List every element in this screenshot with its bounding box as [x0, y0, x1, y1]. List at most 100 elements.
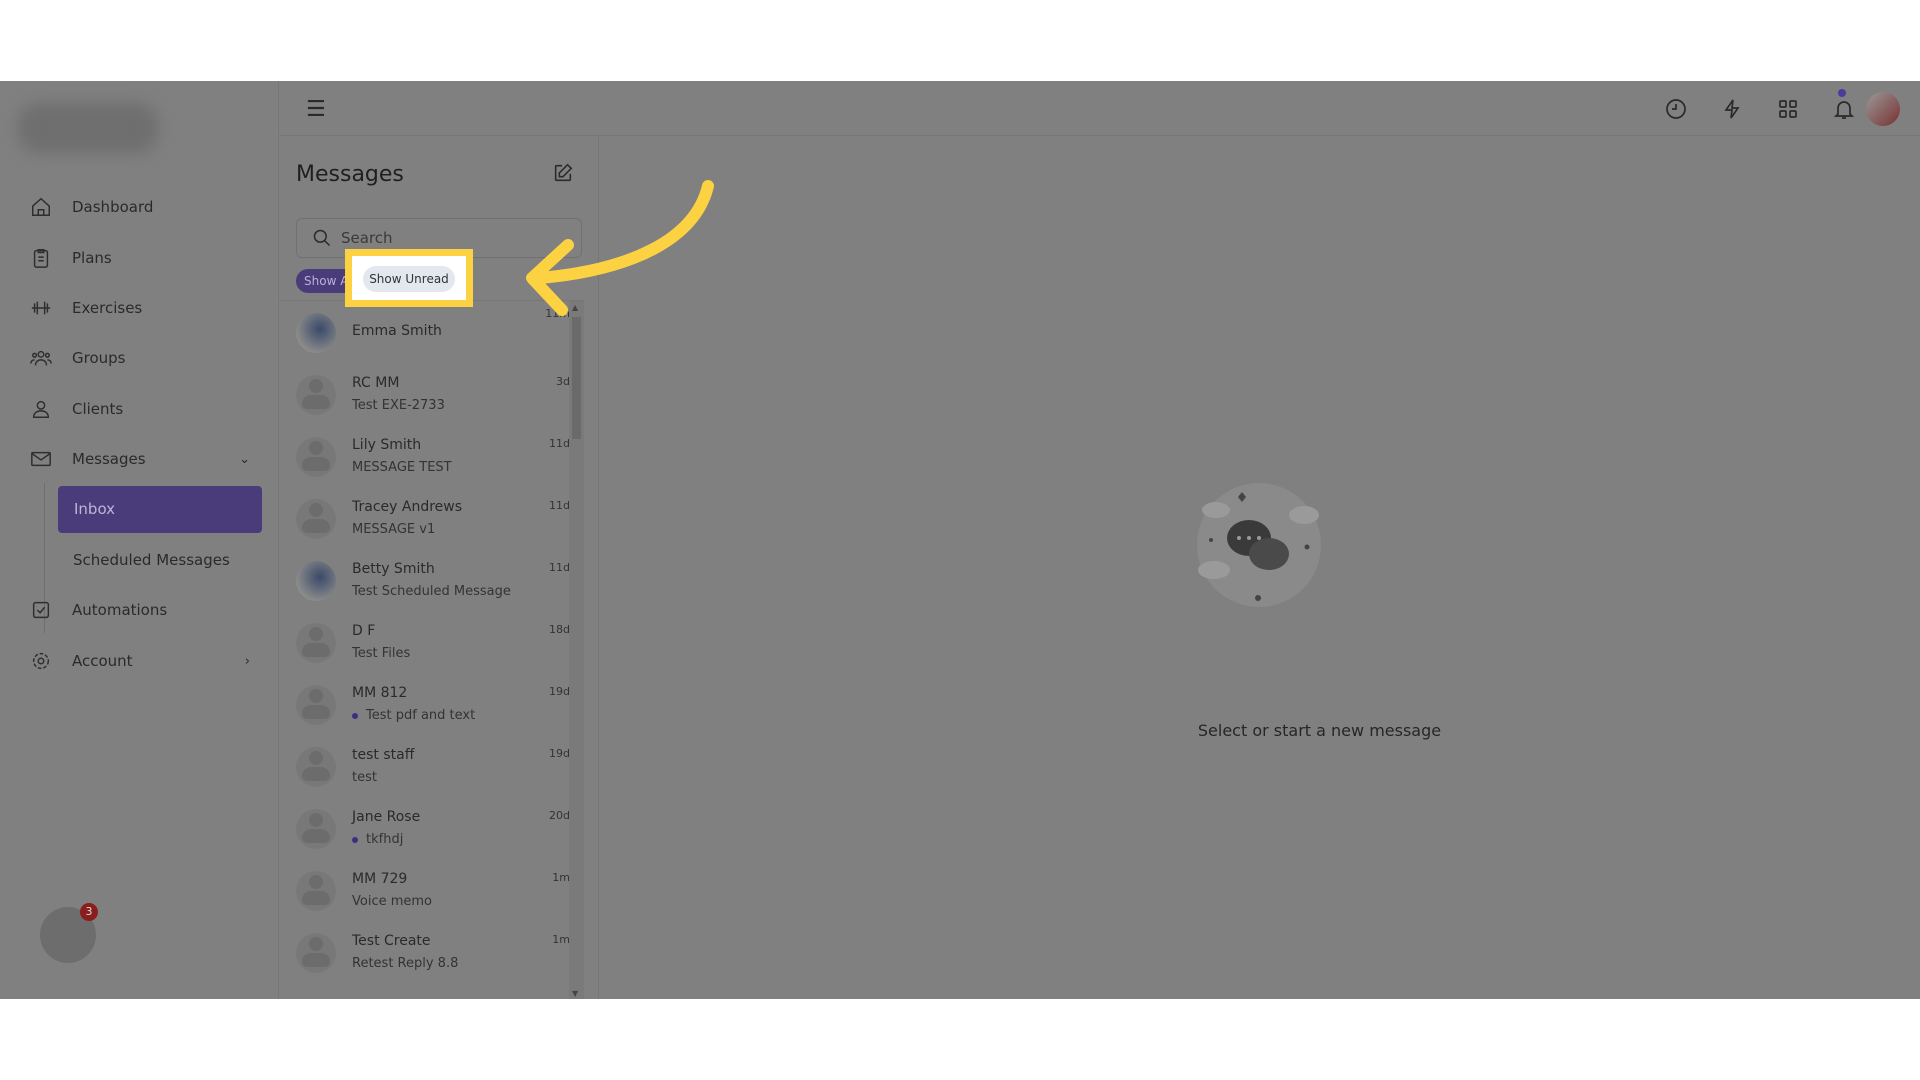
bolt-icon[interactable]	[1720, 97, 1744, 121]
thread-preview: test	[352, 770, 377, 785]
preview-text: Test Scheduled Message	[352, 584, 511, 599]
sidebar-item-inbox[interactable]: Inbox	[58, 486, 262, 533]
chevron-down-icon: ⌄	[239, 451, 250, 467]
thread-name: Emma Smith	[352, 323, 442, 339]
sidebar: Dashboard Plans Exercises Groups Clients…	[0, 81, 279, 999]
users-icon	[30, 350, 52, 366]
unread-dot	[352, 712, 358, 719]
avatar	[296, 313, 336, 353]
preview-text: MESSAGE TEST	[352, 460, 452, 475]
thread-name: Jane Rose	[352, 809, 421, 825]
chat-bubbles-illustration	[1197, 483, 1321, 607]
thread-preview: Test EXE-2733	[352, 398, 445, 413]
label: Dashboard	[72, 198, 154, 216]
annotation-arrow	[526, 180, 714, 316]
page-title: Messages	[296, 162, 404, 187]
label: Clients	[72, 400, 124, 418]
thread-list: Test Create Retest Reply 8.8 1m MM 729 V…	[279, 300, 584, 999]
thread-name: Test Create	[352, 933, 431, 949]
thread-name: D F	[352, 623, 376, 639]
hamburger-menu-icon[interactable]: ☰	[306, 97, 326, 122]
notification-dot	[1838, 89, 1846, 97]
home-icon	[32, 197, 50, 216]
list-item[interactable]: test staff test 19d	[279, 737, 584, 799]
bell-icon[interactable]	[1832, 97, 1856, 121]
thread-name: Betty Smith	[352, 561, 435, 577]
list-item[interactable]: MM 812 Test pdf and text 19d	[279, 675, 584, 737]
list-item[interactable]: D F Test Files 18d	[279, 613, 584, 675]
thread-preview: Test Scheduled Message	[352, 584, 511, 599]
mail-icon	[31, 451, 51, 467]
preview-text: tkfhdj	[366, 832, 404, 847]
avatar	[296, 809, 336, 849]
preview-text: Retest Reply 8.8	[352, 956, 459, 971]
thread-time: 11d	[549, 561, 570, 574]
thread-time: 1m	[552, 933, 570, 946]
avatar	[296, 561, 336, 601]
sidebar-item-messages[interactable]: Messages ⌄	[30, 444, 250, 474]
thread-name: MM 812	[352, 685, 408, 701]
sidebar-item-scheduled-messages[interactable]: Scheduled Messages	[73, 551, 230, 569]
empty-state-text: Select or start a new message	[1197, 721, 1442, 740]
clock-icon[interactable]	[1664, 97, 1688, 121]
label: Groups	[72, 349, 126, 367]
thread-time: 3d	[556, 375, 570, 388]
list-item[interactable]: Lily Smith MESSAGE TEST 11d	[279, 427, 584, 489]
preview-text: Test EXE-2733	[352, 398, 445, 413]
scrollbar[interactable]: ▲ ▼	[569, 301, 584, 999]
search-placeholder: Search	[341, 229, 393, 247]
scroll-down-icon[interactable]: ▼	[572, 989, 578, 998]
scrollbar-thumb[interactable]	[572, 317, 581, 439]
sidebar-item-clients[interactable]: Clients	[30, 394, 250, 424]
thread-preview: MESSAGE TEST	[352, 460, 452, 475]
avatar	[296, 685, 336, 725]
thread-name: MM 729	[352, 871, 408, 887]
thread-time: 11d	[549, 437, 570, 450]
sidebar-item-groups[interactable]: Groups	[30, 343, 250, 373]
thread-time: 1m	[552, 871, 570, 884]
label: Messages	[72, 450, 146, 468]
thread-preview: Test Files	[352, 646, 410, 661]
chevron-right-icon: ›	[244, 653, 250, 669]
avatar	[296, 871, 336, 911]
gear-icon	[32, 652, 50, 670]
preview-text: Test Files	[352, 646, 411, 661]
label: Plans	[72, 249, 112, 267]
preview-text: MESSAGE v1	[352, 522, 436, 537]
thread-time: 11d	[549, 499, 570, 512]
checkbox-icon	[32, 601, 50, 619]
thread-time: 19d	[549, 685, 570, 698]
list-item[interactable]: Tracey Andrews MESSAGE v1 11d	[279, 489, 584, 551]
thread-preview: tkfhdj	[352, 832, 403, 847]
sidebar-item-exercises[interactable]: Exercises	[30, 293, 250, 323]
thread-time: 20d	[549, 809, 570, 822]
avatar	[296, 747, 336, 787]
list-item[interactable]: RC MM Test EXE-2733 3d	[279, 365, 584, 427]
floating-app-launcher[interactable]: 3	[40, 903, 98, 963]
avatar	[296, 933, 336, 973]
thread-preview: Retest Reply 8.8	[352, 956, 458, 971]
label: Automations	[72, 601, 168, 619]
thread-preview: Voice memo	[352, 894, 432, 909]
thread-name: Tracey Andrews	[352, 499, 463, 515]
list-item[interactable]: Jane Rose tkfhdj 20d	[279, 799, 584, 861]
preview-text: Voice memo	[352, 894, 433, 909]
brand-logo-blurred	[18, 103, 158, 153]
user-avatar[interactable]	[1866, 92, 1900, 126]
list-item[interactable]: Test Create Retest Reply 8.8 1m	[279, 923, 584, 985]
thread-name: Lily Smith	[352, 437, 422, 453]
user-icon	[32, 400, 50, 418]
sidebar-item-account[interactable]: Account ›	[30, 646, 250, 676]
sidebar-item-dashboard[interactable]: Dashboard	[30, 192, 250, 222]
clipboard-icon	[33, 249, 49, 268]
sidebar-item-automations[interactable]: Automations	[30, 595, 250, 625]
thread-preview: MESSAGE v1	[352, 522, 435, 537]
sidebar-item-plans[interactable]: Plans	[30, 243, 250, 273]
list-item[interactable]: Betty Smith Test Scheduled Message 11d	[279, 551, 584, 613]
grid-icon[interactable]	[1776, 97, 1800, 121]
list-item[interactable]: MM 729 Voice memo 1m	[279, 861, 584, 923]
app-dimmed: Dashboard Plans Exercises Groups Clients…	[0, 81, 1920, 999]
avatar	[296, 623, 336, 663]
notification-badge: 3	[80, 903, 98, 921]
show-unread-filter[interactable]: Show Unread	[363, 266, 455, 292]
